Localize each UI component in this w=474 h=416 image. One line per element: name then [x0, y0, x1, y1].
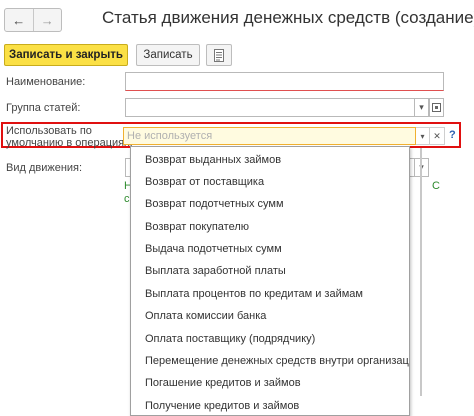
list-item[interactable]: Возврат покупателю: [145, 221, 249, 233]
list-item[interactable]: Возврат от поставщика: [145, 176, 264, 188]
list-item[interactable]: Оплата комиссии банка: [145, 310, 266, 322]
list-item[interactable]: Погашение кредитов и займов: [145, 377, 301, 389]
window-title: Статья движения денежных средств (создан…: [102, 8, 474, 27]
list-item[interactable]: Выплата процентов по кредитам и займам: [145, 288, 363, 300]
help-icon[interactable]: ?: [449, 129, 456, 141]
list-item[interactable]: Получение кредитов и займов: [145, 400, 299, 412]
list-item[interactable]: Перемещение денежных средств внутри орга…: [145, 355, 409, 367]
dropdown-arrow-icon[interactable]: ▾: [416, 127, 430, 145]
document-list-icon: [214, 48, 224, 62]
name-label: Наименование:: [6, 76, 86, 88]
nav-buttons: ← →: [4, 8, 62, 32]
back-arrow-icon[interactable]: ←: [5, 9, 34, 31]
list-item[interactable]: Выплата заработной платы: [145, 265, 286, 277]
name-field[interactable]: [125, 72, 444, 91]
group-dropdown-arrow-icon[interactable]: ▾: [414, 98, 429, 117]
default-use-label: Использовать по умолчанию в операциях:: [6, 125, 133, 149]
scrollbar[interactable]: [420, 148, 422, 396]
group-open-icon[interactable]: [429, 98, 444, 117]
clear-icon[interactable]: ✕: [430, 127, 445, 145]
default-use-input[interactable]: Не используется: [123, 127, 416, 145]
default-use-label-line2: умолчанию в операциях:: [6, 137, 133, 149]
dropdown-list: Возврат выданных займов Возврат от поста…: [130, 146, 410, 416]
hidden-text-fragment: С: [432, 180, 440, 192]
list-item[interactable]: Выдача подотчетных сумм: [145, 243, 282, 255]
movement-type-label: Вид движения:: [6, 162, 83, 174]
default-use-label-line1: Использовать по: [6, 125, 92, 137]
document-list-button[interactable]: [206, 44, 232, 66]
list-item[interactable]: Возврат выданных займов: [145, 154, 281, 166]
group-label: Группа статей:: [6, 102, 81, 114]
hidden-text-fragment: с: [124, 193, 130, 205]
save-button[interactable]: Записать: [136, 44, 200, 66]
group-field[interactable]: [125, 98, 415, 117]
save-and-close-button[interactable]: Записать и закрыть: [4, 44, 128, 66]
list-item[interactable]: Возврат подотчетных сумм: [145, 198, 284, 210]
list-item[interactable]: Оплата поставщику (подрядчику): [145, 333, 315, 345]
forward-arrow-icon[interactable]: →: [34, 9, 62, 31]
